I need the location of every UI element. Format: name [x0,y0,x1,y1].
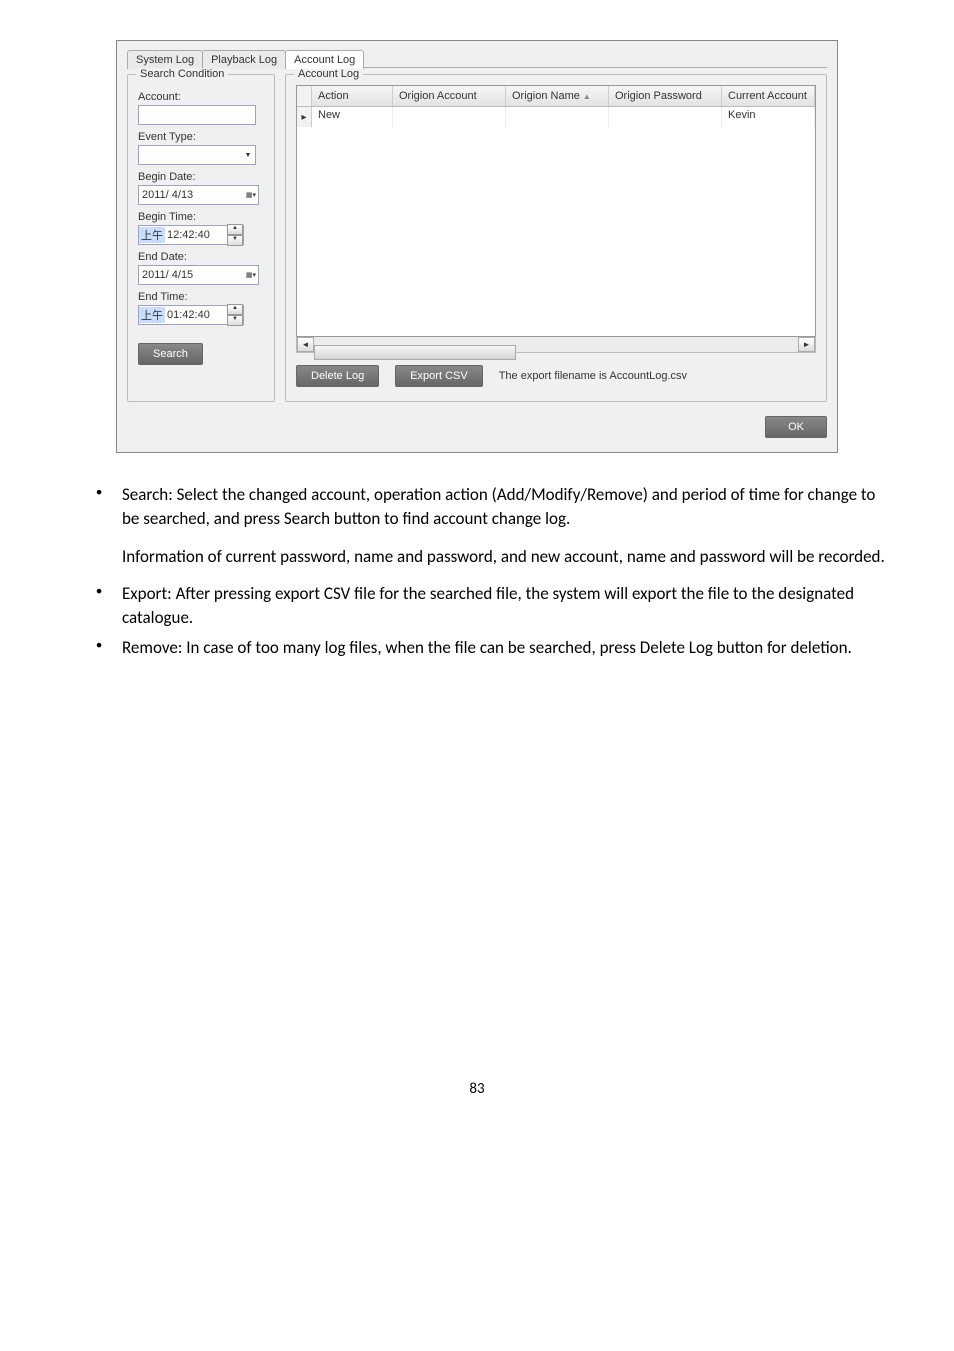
table-row[interactable]: ▸ New Kevin [297,107,815,127]
scroll-thumb[interactable] [314,345,516,360]
chevron-down-icon[interactable]: ▼ [241,146,255,164]
spin-down-icon[interactable]: ▼ [227,315,243,326]
begin-time-input[interactable]: 上午 12:42:40 ▲ ▼ [138,225,244,245]
end-time-label: End Time: [138,291,264,303]
delete-log-button[interactable]: Delete Log [296,365,379,387]
search-condition-group: Search Condition Account: Event Type: ▼ … [127,74,275,402]
tab-playback-log[interactable]: Playback Log [202,50,286,69]
col-action[interactable]: Action [312,86,393,106]
tab-system-log[interactable]: System Log [127,50,203,69]
spin-down-icon[interactable]: ▼ [227,235,243,246]
page-number: 83 [60,1080,894,1098]
col-origion-password[interactable]: Origion Password [609,86,722,106]
col-origion-account[interactable]: Origion Account [393,86,506,106]
info-paragraph: Information of current password, name an… [122,545,894,569]
bullet-search: Search: Select the changed account, oper… [96,483,894,531]
account-log-group: Account Log Action Origion Account Origi… [285,74,827,402]
begin-time-label: Begin Time: [138,211,264,223]
scroll-right-icon[interactable]: ► [798,337,815,352]
calendar-icon[interactable]: ▦▾ [244,266,258,284]
export-csv-button[interactable]: Export CSV [395,365,482,387]
tab-bar: System Log Playback Log Account Log [127,49,827,68]
spin-up-icon[interactable]: ▲ [227,224,243,235]
results-grid[interactable]: Action Origion Account Origion Name ▲ Or… [296,85,816,337]
grid-header: Action Origion Account Origion Name ▲ Or… [297,86,815,107]
col-origion-name[interactable]: Origion Name ▲ [506,86,609,106]
scroll-left-icon[interactable]: ◄ [297,337,314,352]
tab-account-log[interactable]: Account Log [285,50,364,69]
account-label: Account: [138,91,264,103]
end-date-input[interactable]: 2011/ 4/15 ▦▾ [138,265,259,285]
search-button[interactable]: Search [138,343,203,365]
account-input[interactable] [138,105,256,125]
begin-date-input[interactable]: 2011/ 4/13 ▦▾ [138,185,259,205]
ok-button[interactable]: OK [765,416,827,438]
group-title: Search Condition [136,68,228,80]
event-type-select[interactable]: ▼ [138,145,256,165]
begin-date-label: Begin Date: [138,171,264,183]
account-log-dialog: System Log Playback Log Account Log Sear… [116,40,838,453]
bullet-export: Export: After pressing export CSV file f… [96,582,894,630]
bullet-remove: Remove: In case of too many log files, w… [96,636,894,660]
col-current-account[interactable]: Current Account [722,86,815,106]
end-time-input[interactable]: 上午 01:42:40 ▲ ▼ [138,305,244,325]
calendar-icon[interactable]: ▦▾ [244,186,258,204]
group-title: Account Log [294,68,363,80]
sort-asc-icon: ▲ [583,92,591,101]
end-date-label: End Date: [138,251,264,263]
export-filename-note: The export filename is AccountLog.csv [499,370,687,382]
row-selector-icon: ▸ [297,107,312,127]
horizontal-scrollbar[interactable]: ◄ ► [296,337,816,353]
event-type-label: Event Type: [138,131,264,143]
spin-up-icon[interactable]: ▲ [227,304,243,315]
